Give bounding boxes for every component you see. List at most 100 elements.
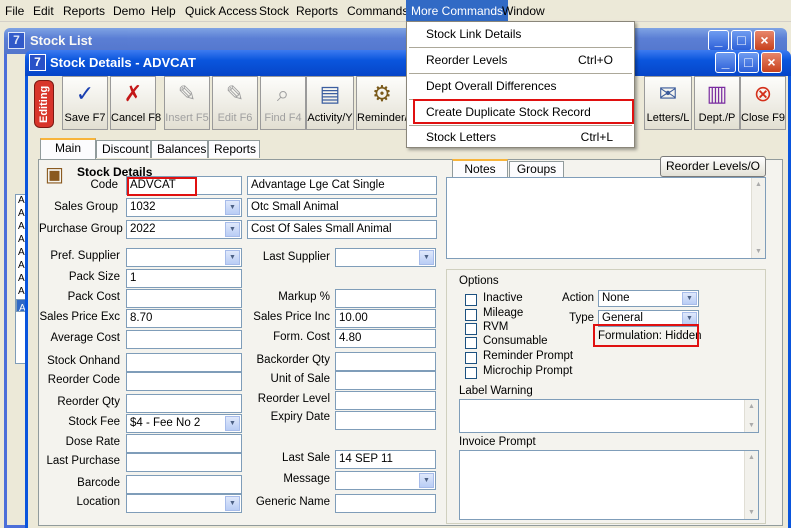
average-cost-field[interactable]: [126, 330, 242, 349]
generic-name-label: Generic Name: [255, 496, 330, 508]
reorder-qty-field[interactable]: [126, 394, 242, 413]
scroll-down-icon[interactable]: ▼: [745, 419, 758, 432]
dept-button[interactable]: ▥ Dept./P: [694, 76, 740, 130]
consumable-checkbox[interactable]: [465, 337, 477, 349]
generic-name-field[interactable]: [335, 494, 436, 513]
label-warning-field[interactable]: ▲ ▼: [459, 399, 759, 433]
reminder-prompt-label: Reminder Prompt: [483, 350, 574, 362]
pack-size-field[interactable]: 1: [126, 269, 242, 288]
menu-demo[interactable]: Demo: [108, 0, 150, 22]
find-button[interactable]: ⌕ Find F4: [260, 76, 306, 130]
dose-rate-field[interactable]: [126, 434, 242, 453]
menu-window[interactable]: Window: [497, 0, 550, 22]
notes-textarea[interactable]: ▲ ▼: [446, 177, 766, 259]
scroll-up-icon[interactable]: ▲: [745, 400, 758, 413]
menu-item-stock-letters[interactable]: Stock Letters Ctrl+L: [408, 125, 633, 149]
reminder-prompt-checkbox[interactable]: [465, 352, 477, 364]
menu-stock[interactable]: Stock: [254, 0, 294, 22]
save-button[interactable]: ✓ Save F7: [62, 76, 108, 130]
last-sale-field[interactable]: 14 SEP 11: [335, 450, 436, 469]
tab-reports[interactable]: Reports: [208, 140, 260, 158]
code-highlight: [127, 177, 197, 196]
message-label: Message: [283, 473, 330, 485]
menu-edit[interactable]: Edit: [28, 0, 59, 22]
expiry-date-field[interactable]: [335, 411, 436, 430]
barcode-field[interactable]: [126, 475, 242, 494]
action-select[interactable]: None ▼: [598, 290, 699, 307]
reminder-icon: ⚙: [372, 81, 392, 106]
scroll-up-icon[interactable]: ▲: [752, 178, 765, 191]
unit-of-sale-field[interactable]: [335, 371, 436, 390]
minimize-icon[interactable]: _: [715, 52, 736, 73]
reminder-button[interactable]: ⚙ Reminder/: [356, 76, 408, 130]
tab-notes[interactable]: Notes: [452, 159, 508, 177]
insert-button[interactable]: ✎ Insert F5: [164, 76, 210, 130]
maximize-icon[interactable]: □: [731, 30, 752, 51]
scroll-down-icon[interactable]: ▼: [745, 506, 758, 519]
scroll-up-icon[interactable]: ▲: [745, 451, 758, 464]
menu-item-dept-overall-differences[interactable]: Dept Overall Differences: [408, 74, 633, 98]
maximize-icon[interactable]: □: [738, 52, 759, 73]
insert-icon: ✎: [177, 81, 197, 106]
formulation-highlight: [593, 324, 699, 347]
menu-commands[interactable]: Commands: [342, 0, 413, 22]
mileage-checkbox[interactable]: [465, 309, 477, 321]
label-warning-scrollbar[interactable]: ▲ ▼: [744, 400, 758, 432]
reorder-levels-button[interactable]: Reorder Levels/O: [660, 156, 766, 177]
notes-scrollbar[interactable]: ▲ ▼: [751, 178, 765, 258]
microchip-prompt-checkbox[interactable]: [465, 367, 477, 379]
sales-price-exc-field[interactable]: 8.70: [126, 309, 242, 328]
backorder-qty-field[interactable]: [335, 352, 436, 371]
reorder-level-field[interactable]: [335, 391, 436, 410]
scroll-down-icon[interactable]: ▼: [752, 245, 765, 258]
description-field[interactable]: Advantage Lge Cat Single: [247, 176, 437, 195]
menu-reports-2[interactable]: Reports: [291, 0, 343, 22]
minimize-icon[interactable]: _: [708, 30, 729, 51]
checkmark-icon: ✓: [75, 81, 95, 106]
last-purchase-field[interactable]: [126, 453, 242, 472]
sales-price-inc-field[interactable]: 10.00: [335, 309, 436, 328]
pack-cost-label: Pack Cost: [67, 291, 120, 303]
stock-fee-select[interactable]: $4 - Fee No 2 ▼: [126, 414, 242, 433]
purchase-group-select[interactable]: 2022 ▼: [126, 220, 242, 239]
editing-indicator: Editing: [34, 80, 54, 128]
chevron-down-icon: ▼: [225, 250, 240, 265]
menu-file[interactable]: File: [0, 0, 29, 22]
stock-onhand-field[interactable]: [126, 353, 242, 372]
markup-field[interactable]: [335, 289, 436, 308]
cancel-button[interactable]: ✗ Cancel F8: [110, 76, 161, 130]
menu-more-commands[interactable]: More Commands: [406, 0, 509, 22]
edit-button[interactable]: ✎ Edit F6: [212, 76, 258, 130]
sales-group-desc: Otc Small Animal: [247, 198, 437, 217]
menu-help[interactable]: Help: [146, 0, 181, 22]
reorder-code-field[interactable]: [126, 372, 242, 391]
close-circle-icon: ⊗: [753, 81, 773, 106]
tab-balances[interactable]: Balances: [151, 140, 208, 158]
form-cost-field[interactable]: 4.80: [335, 329, 436, 348]
invoice-prompt-field[interactable]: ▲ ▼: [459, 450, 759, 520]
last-supplier-select[interactable]: ▼: [335, 248, 436, 267]
close-icon[interactable]: ×: [761, 52, 782, 73]
pack-cost-field[interactable]: [126, 289, 242, 308]
location-select[interactable]: ▼: [126, 494, 242, 513]
action-label: Action: [562, 292, 594, 304]
close-icon[interactable]: ×: [754, 30, 775, 51]
chevron-down-icon: ▼: [225, 222, 240, 237]
inactive-checkbox[interactable]: [465, 294, 477, 306]
tab-main[interactable]: Main: [40, 138, 96, 160]
rvm-checkbox[interactable]: [465, 323, 477, 335]
menu-item-reorder-levels[interactable]: Reorder Levels Ctrl+O: [408, 48, 633, 72]
invoice-prompt-scrollbar[interactable]: ▲ ▼: [744, 451, 758, 519]
menu-quick-access[interactable]: Quick Access: [180, 0, 262, 22]
tab-discount[interactable]: Discount: [96, 140, 151, 158]
activity-button[interactable]: ▤ Activity/Y: [306, 76, 354, 130]
menu-item-stock-link-details[interactable]: Stock Link Details: [408, 22, 633, 46]
menu-reports[interactable]: Reports: [58, 0, 110, 22]
sales-group-select[interactable]: 1032 ▼: [126, 198, 242, 217]
chevron-down-icon: ▼: [419, 250, 434, 265]
message-select[interactable]: ▼: [335, 471, 436, 490]
close-button[interactable]: ⊗ Close F9: [740, 76, 786, 130]
tab-groups[interactable]: Groups: [509, 161, 564, 177]
pref-supplier-select[interactable]: ▼: [126, 248, 242, 267]
letters-button[interactable]: ✉ Letters/L: [644, 76, 692, 130]
